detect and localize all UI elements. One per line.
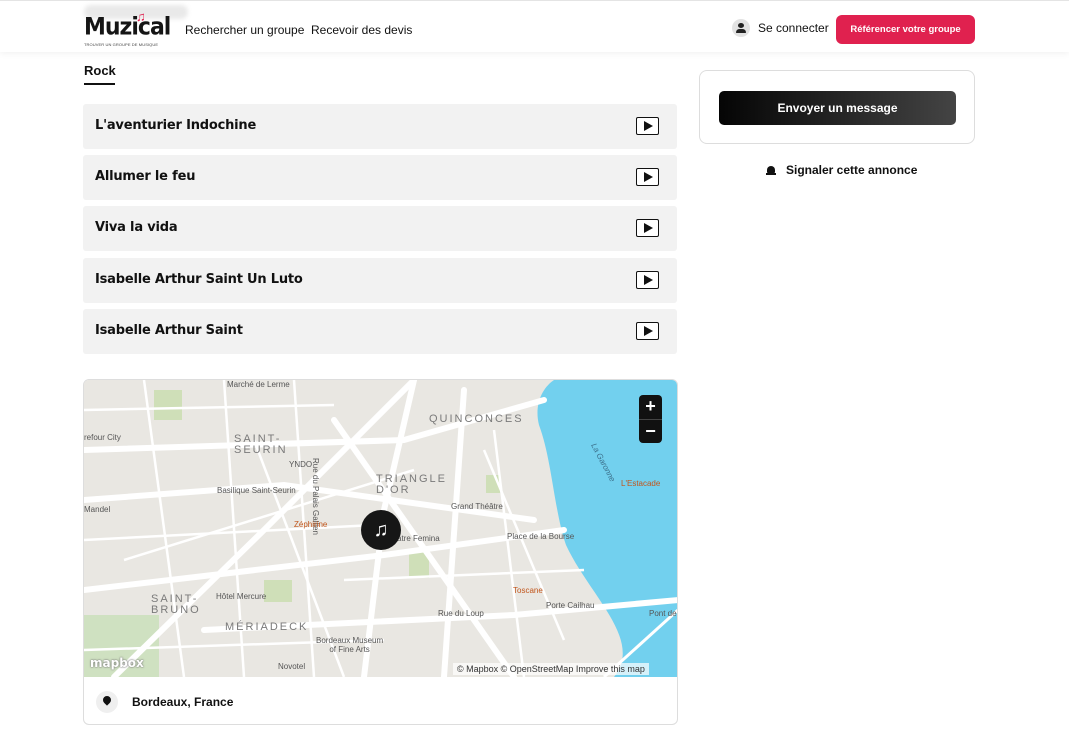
nav-get-quotes-link[interactable]: Recevoir des devis (311, 23, 412, 37)
location-card: Marché de Lerme QUINCONCES refour City S… (83, 379, 678, 725)
song-row: Viva la vida (83, 206, 677, 251)
song-row: Isabelle Arthur Saint Un Luto (83, 258, 677, 303)
map-label: SAINT- SEURIN (234, 433, 288, 456)
genre-tab-underline (84, 83, 115, 85)
map-label: SAINT- BRUNO (151, 593, 201, 616)
map-label: L'Estacade (621, 479, 661, 488)
login-label: Se connecter (758, 21, 829, 35)
map-view[interactable]: Marché de Lerme QUINCONCES refour City S… (84, 380, 677, 677)
send-message-button[interactable]: Envoyer un message (719, 91, 956, 125)
location-row: Bordeaux, France (96, 691, 233, 713)
report-label: Signaler cette annonce (786, 163, 918, 177)
map-label: Hôtel Mercure (216, 592, 267, 601)
report-listing-link[interactable]: Signaler cette annonce (766, 163, 917, 177)
contact-card: Envoyer un message (699, 70, 975, 144)
site-header: Muzical ♫ TROUVER UN GROUPE DE MUSIQUE R… (0, 0, 1069, 52)
song-title: Isabelle Arthur Saint (95, 323, 243, 338)
map-label: Place de la Bourse (507, 532, 575, 541)
music-note-icon: ♫ (136, 9, 146, 24)
map-label: Basilique Saint-Seurin (217, 486, 296, 495)
genre-tab[interactable]: Rock (84, 63, 116, 78)
logo-wordmark: Muzical (84, 13, 171, 42)
map-label: Novotel (278, 662, 306, 671)
song-row: Allumer le feu (83, 155, 677, 200)
song-row: L'aventurier Indochine (83, 104, 677, 149)
play-button[interactable] (636, 219, 659, 237)
location-label: Bordeaux, France (132, 695, 234, 709)
map-zoom-control: + − (639, 395, 662, 443)
zoom-out-button[interactable]: − (639, 419, 662, 443)
mapbox-logo[interactable]: mapbox (90, 656, 144, 670)
play-button[interactable] (636, 117, 659, 135)
play-button[interactable] (636, 322, 659, 340)
map-label: Porte Cailhau (546, 601, 595, 610)
map-label: Zéphirine (294, 520, 328, 529)
map-attribution[interactable]: © Mapbox © OpenStreetMap Improve this ma… (453, 663, 649, 675)
map-pin-icon (96, 691, 118, 713)
play-button[interactable] (636, 168, 659, 186)
map-label: Grand Théâtre (451, 502, 503, 511)
map-label: Mandel (84, 505, 111, 514)
site-logo[interactable]: Muzical ♫ TROUVER UN GROUPE DE MUSIQUE (84, 9, 171, 47)
map-label: Toscane (513, 586, 543, 595)
map-label: Bordeaux Museum of Fine Arts (316, 636, 384, 654)
play-button[interactable] (636, 271, 659, 289)
map-label: Rue du Loup (438, 609, 484, 618)
logo-tagline: TROUVER UN GROUPE DE MUSIQUE (84, 42, 159, 47)
map-label: Pont de (649, 609, 677, 618)
zoom-in-button[interactable]: + (639, 395, 662, 419)
map-label: QUINCONCES (429, 413, 524, 425)
list-your-band-button[interactable]: Référencer votre groupe (836, 15, 975, 44)
song-title: Isabelle Arthur Saint Un Luto (95, 272, 303, 287)
song-title: Allumer le feu (95, 169, 196, 184)
song-row: Isabelle Arthur Saint (83, 309, 677, 354)
music-note-icon[interactable]: ♫ (361, 510, 401, 550)
login-link[interactable]: Se connecter (732, 19, 829, 37)
song-title: Viva la vida (95, 220, 178, 235)
user-icon (732, 19, 750, 37)
map-label: refour City (84, 433, 121, 442)
map-label: Marché de Lerme (227, 380, 290, 389)
nav-search-band-link[interactable]: Rechercher un groupe (185, 23, 304, 37)
bell-icon (766, 165, 776, 176)
map-label: YNDO (289, 460, 313, 469)
map-label: TRIANGLE D'OR (376, 473, 448, 496)
song-title: L'aventurier Indochine (95, 118, 257, 133)
map-label: âtre Femina (397, 534, 440, 543)
map-label: MÉRIADECK (225, 621, 309, 633)
